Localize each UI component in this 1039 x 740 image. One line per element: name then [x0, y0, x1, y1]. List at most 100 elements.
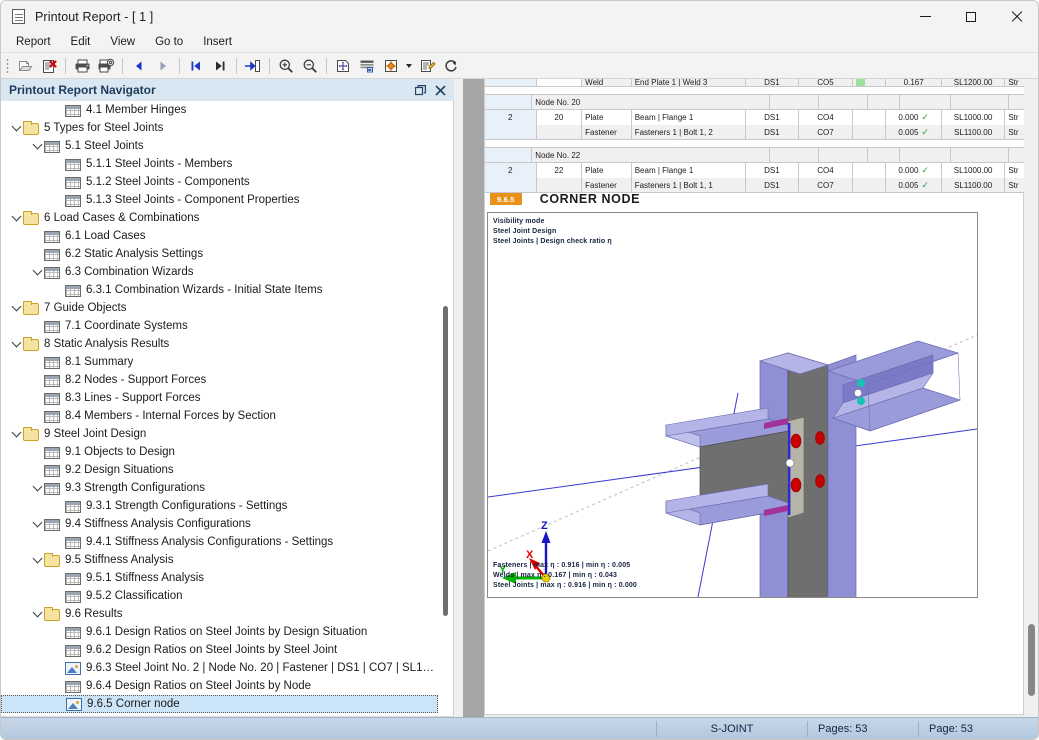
tree-item[interactable]: 6.3 Combination Wizards	[1, 263, 438, 281]
tree-item[interactable]: 9.6 Results	[1, 605, 438, 623]
cell-ratio: 0.005 ✓	[886, 125, 942, 139]
tree-item[interactable]: 9 Steel Joint Design	[1, 425, 438, 443]
toolbar	[1, 53, 1038, 79]
menu-report[interactable]: Report	[7, 34, 60, 50]
tree-item[interactable]: 5.1.2 Steel Joints - Components	[1, 173, 438, 191]
tree-item[interactable]: 9.5.2 Classification	[1, 587, 438, 605]
tree-item[interactable]: 6 Load Cases & Combinations	[1, 209, 438, 227]
resize-grip[interactable]	[1022, 717, 1038, 739]
chevron-down-icon[interactable]	[9, 300, 23, 316]
tree-item[interactable]: 5 Types for Steel Joints	[1, 119, 438, 137]
table-icon	[65, 158, 81, 171]
cell-load-combination: CO4	[799, 163, 853, 178]
tree-twisty-spacer	[51, 624, 65, 640]
chevron-down-icon[interactable]	[30, 606, 44, 622]
navigator-vertical-scrollbar[interactable]	[440, 101, 451, 716]
report-settings-icon[interactable]	[379, 55, 403, 77]
table-icon	[65, 572, 81, 585]
menu-edit[interactable]: Edit	[62, 34, 100, 50]
page-layout-icon[interactable]	[355, 55, 379, 77]
navigator-vertical-scroll-thumb[interactable]	[443, 306, 448, 616]
chevron-down-icon[interactable]	[30, 264, 44, 280]
tree-item[interactable]: 9.4.1 Stiffness Analysis Configurations …	[1, 533, 438, 551]
menu-insert[interactable]: Insert	[194, 34, 241, 50]
tree-item-label: 9.6.5 Corner node	[87, 698, 180, 710]
chevron-down-icon[interactable]	[9, 336, 23, 352]
first-page-icon[interactable]	[184, 55, 208, 77]
tree-item[interactable]: 5.1.1 Steel Joints - Members	[1, 155, 438, 173]
tree-twisty-spacer	[51, 498, 65, 514]
tree-item[interactable]: 6.2 Static Analysis Settings	[1, 245, 438, 263]
tree-item[interactable]: 7 Guide Objects	[1, 299, 438, 317]
tree-item[interactable]: 9.6.3 Steel Joint No. 2 | Node No. 20 | …	[1, 659, 438, 677]
steel-joint-3d-viewport[interactable]: Z X Y Visibility mode Steel Joint Design…	[487, 212, 978, 598]
title-bar: Printout Report - [ 1 ]	[1, 1, 1038, 32]
tree-item[interactable]: 8.1 Summary	[1, 353, 438, 371]
tree-item[interactable]: 9.2 Design Situations	[1, 461, 438, 479]
tree-item[interactable]: 9.3.1 Strength Configurations - Settings	[1, 497, 438, 515]
cell-ratio-bar	[852, 110, 887, 125]
tree-item[interactable]: 9.5 Stiffness Analysis	[1, 551, 438, 569]
tree-item[interactable]: 9.5.1 Stiffness Analysis	[1, 569, 438, 587]
close-panel-icon[interactable]	[432, 82, 448, 98]
go-to-page-icon[interactable]	[241, 55, 265, 77]
cell-sl: SL1200.00	[941, 79, 1006, 86]
delete-report-icon[interactable]	[37, 55, 61, 77]
tree-item[interactable]: 9.4 Stiffness Analysis Configurations	[1, 515, 438, 533]
folder-icon	[23, 426, 39, 441]
tree-item[interactable]: 9.6.5 Corner node	[1, 695, 438, 713]
close-button[interactable]	[994, 1, 1038, 32]
tree-item[interactable]: 8 Static Analysis Results	[1, 335, 438, 353]
edit-report-icon[interactable]	[415, 55, 439, 77]
last-page-icon[interactable]	[208, 55, 232, 77]
report-tree[interactable]: 4.1 Member Hinges 5 Types for Steel Joint…	[1, 101, 438, 713]
chevron-down-icon[interactable]	[30, 516, 44, 532]
menu-bar: Report Edit View Go to Insert	[1, 32, 1038, 53]
tree-item[interactable]: 9.6.2 Design Ratios on Steel Joints by S…	[1, 641, 438, 659]
next-page-icon[interactable]	[151, 55, 175, 77]
document-vertical-scrollbar[interactable]	[1024, 79, 1038, 719]
chevron-down-icon[interactable]	[9, 210, 23, 226]
chevron-down-icon[interactable]	[30, 138, 44, 154]
tree-item[interactable]: 8.3 Lines - Support Forces	[1, 389, 438, 407]
chevron-down-icon[interactable]	[9, 120, 23, 136]
tree-item[interactable]: 7.1 Coordinate Systems	[1, 317, 438, 335]
tree-item[interactable]: 9.1 Objects to Design	[1, 443, 438, 461]
toolbar-grip[interactable]	[6, 57, 9, 74]
cell-node: 22	[536, 163, 583, 178]
tree-item[interactable]: 4.1 Member Hinges	[1, 101, 438, 119]
cell-node	[536, 79, 583, 86]
tree-item[interactable]: 9.6.4 Design Ratios on Steel Joints by N…	[1, 677, 438, 695]
cell-blank	[950, 95, 1009, 109]
chevron-down-icon[interactable]	[30, 552, 44, 568]
report-settings-dropdown-icon[interactable]	[403, 55, 415, 77]
tree-item[interactable]: 6.1 Load Cases	[1, 227, 438, 245]
minimize-button[interactable]	[902, 1, 948, 32]
zoom-out-icon[interactable]	[298, 55, 322, 77]
tree-item[interactable]: 9.6.1 Design Ratios on Steel Joints by D…	[1, 623, 438, 641]
open-report-icon[interactable]	[13, 55, 37, 77]
chevron-down-icon[interactable]	[30, 480, 44, 496]
tree-item[interactable]: 5.1 Steel Joints	[1, 137, 438, 155]
report-page: Weld End Plate 1 | Weld 3 DS1 CO5 0.167 …	[484, 79, 1038, 715]
tree-item[interactable]: 5.1.3 Steel Joints - Component Propertie…	[1, 191, 438, 209]
zoom-in-icon[interactable]	[274, 55, 298, 77]
chevron-down-icon[interactable]	[9, 426, 23, 442]
previous-page-icon[interactable]	[127, 55, 151, 77]
document-vertical-scroll-thumb[interactable]	[1028, 624, 1035, 696]
print-icon[interactable]	[70, 55, 94, 77]
table-row: Fastener Fasteners 1 | Bolt 1, 1 DS1 CO7…	[485, 178, 1038, 193]
refresh-icon[interactable]	[439, 55, 463, 77]
menu-goto[interactable]: Go to	[146, 34, 192, 50]
fit-page-icon[interactable]	[331, 55, 355, 77]
maximize-button[interactable]	[948, 1, 994, 32]
tree-item[interactable]: 8.4 Members - Internal Forces by Section	[1, 407, 438, 425]
tree-item[interactable]: 9.3 Strength Configurations	[1, 479, 438, 497]
tree-item-label: 7 Guide Objects	[44, 302, 127, 314]
print-settings-icon[interactable]	[94, 55, 118, 77]
tree-item[interactable]: 8.2 Nodes - Support Forces	[1, 371, 438, 389]
menu-view[interactable]: View	[101, 34, 144, 50]
image-icon	[65, 661, 81, 675]
tree-item[interactable]: 6.3.1 Combination Wizards - Initial Stat…	[1, 281, 438, 299]
float-panel-icon[interactable]	[412, 82, 428, 98]
